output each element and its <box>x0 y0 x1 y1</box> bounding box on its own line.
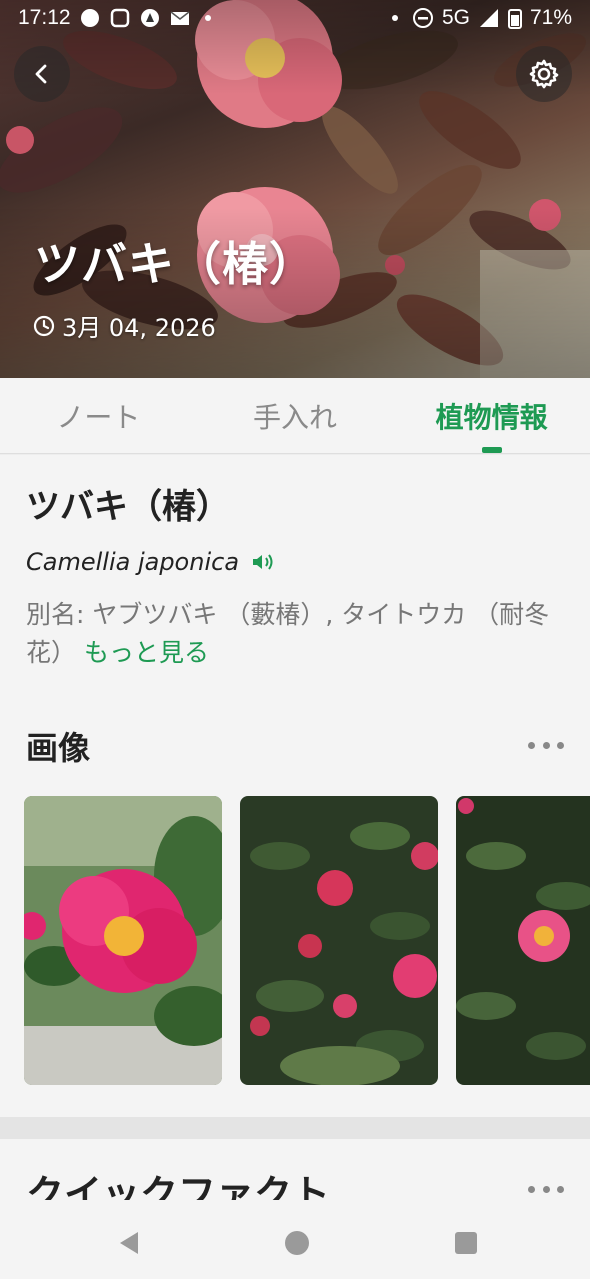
hero-date-text: 3月 04, 2026 <box>62 314 216 342</box>
section-divider <box>0 1117 590 1139</box>
plant-image-3[interactable] <box>456 796 590 1085</box>
tab-bar: ノート 手入れ 植物情報 <box>0 378 590 454</box>
app-icon <box>110 8 129 28</box>
tab-notes[interactable]: ノート <box>0 378 197 453</box>
battery-icon <box>507 9 522 29</box>
plant-name: ツバキ（椿） <box>26 487 230 527</box>
tab-care-label: 手入れ <box>253 400 338 434</box>
hero-title: ツバキ（椿） <box>34 237 316 291</box>
nav-back-icon[interactable] <box>116 1230 142 1256</box>
tab-plant-info[interactable]: 植物情報 <box>393 378 590 453</box>
quick-facts-more-icon[interactable] <box>528 1184 564 1194</box>
tab-plant-info-label: 植物情報 <box>435 400 548 434</box>
status-network: 5G <box>441 6 470 29</box>
notification-icon <box>80 9 99 27</box>
nav-recents-icon[interactable] <box>455 1232 477 1254</box>
tab-indicator <box>481 447 502 453</box>
plant-image-2[interactable] <box>240 796 438 1085</box>
status-dot-icon <box>204 15 211 21</box>
tab-notes-label: ノート <box>56 400 141 434</box>
back-arrow-icon <box>35 64 47 84</box>
speaker-icon[interactable] <box>251 551 277 573</box>
mail-icon <box>170 11 190 25</box>
images-section: 画像 <box>0 685 590 1117</box>
settings-button[interactable] <box>516 46 572 102</box>
see-more-link[interactable]: もっと見る <box>84 638 209 667</box>
nav-home-icon[interactable] <box>284 1230 310 1256</box>
scientific-name: Camellia japonica <box>26 548 240 576</box>
aliases: 別名: ヤブツバキ （藪椿）, タイトウカ （耐冬花） もっと見る <box>26 596 564 672</box>
hero-date: 3月 04, 2026 <box>32 308 216 343</box>
system-nav-bar <box>0 1200 590 1279</box>
clock-icon <box>33 315 55 336</box>
plant-info-card: ツバキ（椿） Camellia japonica 別名: ヤブツバキ （藪椿）,… <box>0 455 590 685</box>
status-bar: 17:12 5G 71% <box>0 0 590 36</box>
hero-image: 17:12 5G 71% ツバキ（椿） 3月 04, 2026 <box>0 0 590 378</box>
gear-icon <box>529 59 559 89</box>
images-more-icon[interactable] <box>528 740 564 750</box>
back-button[interactable] <box>14 46 70 102</box>
signal-icon <box>479 9 498 27</box>
tab-care[interactable]: 手入れ <box>197 378 394 453</box>
status-dot-icon <box>391 15 398 21</box>
alert-icon <box>140 9 159 27</box>
plant-image-1[interactable] <box>24 796 222 1085</box>
dnd-icon <box>412 8 433 28</box>
images-section-title: 画像 <box>26 729 91 767</box>
status-battery: 71% <box>529 6 572 29</box>
scientific-name-row: Camellia japonica <box>26 548 564 576</box>
status-time: 17:12 <box>18 6 71 29</box>
